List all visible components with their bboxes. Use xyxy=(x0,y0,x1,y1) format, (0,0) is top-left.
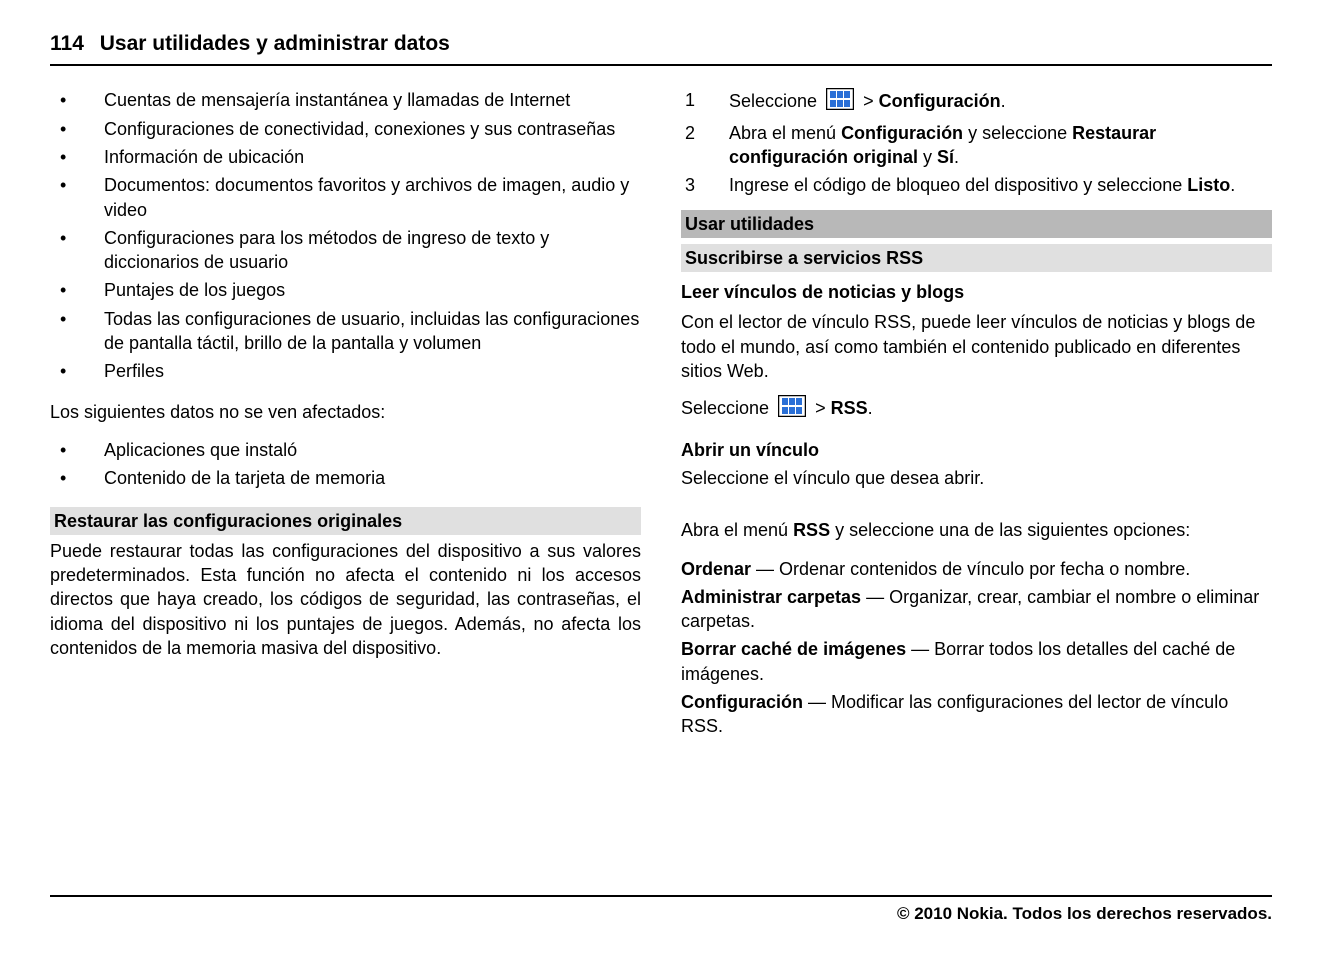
list-item-text: Todas las configuraciones de usuario, in… xyxy=(104,307,641,356)
list-item: •Contenido de la tarjeta de memoria xyxy=(50,466,641,490)
list-item-text: Configuraciones para los métodos de ingr… xyxy=(104,226,641,275)
apps-grid-icon xyxy=(826,88,854,116)
text-bold: Sí xyxy=(937,147,954,167)
sub-heading-open-link: Abrir un vínculo xyxy=(681,438,1272,462)
text-bold: Listo xyxy=(1187,175,1230,195)
bullet-icon: • xyxy=(50,278,104,302)
text-run: Ingrese el código de bloqueo del disposi… xyxy=(729,175,1187,195)
bullet-list-2: •Aplicaciones que instaló •Contenido de … xyxy=(50,438,641,491)
list-item: 2 Abra el menú Configuración y seleccion… xyxy=(681,121,1272,170)
bullet-list-1: •Cuentas de mensajería instantánea y lla… xyxy=(50,88,641,383)
step-number: 2 xyxy=(681,121,729,170)
section-heading-read-links: Leer vínculos de noticias y blogs xyxy=(681,278,1272,306)
text-run: y seleccione una de las siguientes opcio… xyxy=(830,520,1190,540)
list-item-text: Contenido de la tarjeta de memoria xyxy=(104,466,385,490)
bullet-icon: • xyxy=(50,117,104,141)
step-text: Abra el menú Configuración y seleccione … xyxy=(729,121,1272,170)
bullet-icon: • xyxy=(50,88,104,112)
text-run: y xyxy=(918,147,937,167)
step-text: Ingrese el código de bloqueo del disposi… xyxy=(729,173,1235,197)
footer: © 2010 Nokia. Todos los derechos reserva… xyxy=(50,895,1272,926)
list-item: •Configuraciones para los métodos de ing… xyxy=(50,226,641,275)
section-heading-rss: Suscribirse a servicios RSS xyxy=(681,244,1272,272)
list-item: •Perfiles xyxy=(50,359,641,383)
text-bold: Configuración xyxy=(879,91,1001,111)
text-run: > xyxy=(863,91,879,111)
list-item-text: Puntajes de los juegos xyxy=(104,278,285,302)
bullet-icon: • xyxy=(50,438,104,462)
list-item: •Documentos: documentos favoritos y arch… xyxy=(50,173,641,222)
text-run: Abra el menú xyxy=(681,520,793,540)
list-item: •Información de ubicación xyxy=(50,145,641,169)
option-title: Administrar carpetas xyxy=(681,587,861,607)
option-title: Ordenar xyxy=(681,559,751,579)
text-run: Abra el menú xyxy=(729,123,841,143)
list-item-text: Cuentas de mensajería instantánea y llam… xyxy=(104,88,570,112)
text-run: Seleccione xyxy=(681,398,774,418)
step-number: 1 xyxy=(681,88,729,116)
text-run: . xyxy=(868,398,873,418)
text-run: . xyxy=(1230,175,1235,195)
bullet-icon: • xyxy=(50,145,104,169)
text-run: . xyxy=(954,147,959,167)
page-number: 114 xyxy=(50,32,84,55)
text-run: . xyxy=(1001,91,1006,111)
bullet-icon: • xyxy=(50,466,104,490)
text-run: Seleccione xyxy=(729,91,822,111)
option-ordenar: Ordenar — Ordenar contenidos de vínculo … xyxy=(681,557,1272,581)
text-run: y seleccione xyxy=(963,123,1072,143)
section-heading-utilities: Usar utilidades xyxy=(681,210,1272,238)
step-number: 3 xyxy=(681,173,729,197)
list-item: •Aplicaciones que instaló xyxy=(50,438,641,462)
section-heading-restore: Restaurar las configuraciones originales xyxy=(50,507,641,535)
copyright: © 2010 Nokia. Todos los derechos reserva… xyxy=(50,895,1272,926)
paragraph: Puede restaurar todas las configuracione… xyxy=(50,539,641,660)
list-item-text: Documentos: documentos favoritos y archi… xyxy=(104,173,641,222)
text-run: > xyxy=(815,398,831,418)
list-item: •Todas las configuraciones de usuario, i… xyxy=(50,307,641,356)
bullet-icon: • xyxy=(50,307,104,356)
text-bold: RSS xyxy=(831,398,868,418)
apps-grid-icon xyxy=(778,395,806,423)
list-item: •Configuraciones de conectividad, conexi… xyxy=(50,117,641,141)
list-item-text: Configuraciones de conectividad, conexio… xyxy=(104,117,615,141)
paragraph: Abra el menú RSS y seleccione una de las… xyxy=(681,518,1272,542)
page: 114 Usar utilidades y administrar datos … xyxy=(0,0,1322,954)
numbered-list: 1 Seleccione > Configuración. 2 Abra el … xyxy=(681,88,1272,197)
list-item-text: Información de ubicación xyxy=(104,145,304,169)
bullet-icon: • xyxy=(50,173,104,222)
list-item-text: Aplicaciones que instaló xyxy=(104,438,297,462)
left-column: •Cuentas de mensajería instantánea y lla… xyxy=(50,88,641,742)
option-administrar: Administrar carpetas — Organizar, crear,… xyxy=(681,585,1272,634)
option-desc: — Ordenar contenidos de vínculo por fech… xyxy=(751,559,1190,579)
paragraph: Seleccione el vínculo que desea abrir. xyxy=(681,466,1272,490)
bullet-icon: • xyxy=(50,359,104,383)
option-title: Borrar caché de imágenes xyxy=(681,639,906,659)
option-title: Configuración xyxy=(681,692,803,712)
page-title: Usar utilidades y administrar datos xyxy=(100,32,450,55)
list-item-text: Perfiles xyxy=(104,359,164,383)
page-header: 114 Usar utilidades y administrar datos xyxy=(50,30,1272,66)
bullet-icon: • xyxy=(50,226,104,275)
list-item: 1 Seleccione > Configuración. xyxy=(681,88,1272,116)
list-item: •Puntajes de los juegos xyxy=(50,278,641,302)
step-text: Seleccione > Configuración. xyxy=(729,88,1006,116)
text-bold: RSS xyxy=(793,520,830,540)
content-columns: •Cuentas de mensajería instantánea y lla… xyxy=(50,88,1272,742)
paragraph: Seleccione > RSS. xyxy=(681,395,1272,423)
option-configuracion: Configuración — Modificar las configurac… xyxy=(681,690,1272,739)
text-bold: Configuración xyxy=(841,123,963,143)
list-item: 3 Ingrese el código de bloqueo del dispo… xyxy=(681,173,1272,197)
list-item: •Cuentas de mensajería instantánea y lla… xyxy=(50,88,641,112)
paragraph: Los siguientes datos no se ven afectados… xyxy=(50,400,641,424)
right-column: 1 Seleccione > Configuración. 2 Abra el … xyxy=(681,88,1272,742)
paragraph: Con el lector de vínculo RSS, puede leer… xyxy=(681,310,1272,383)
option-borrar-cache: Borrar caché de imágenes — Borrar todos … xyxy=(681,637,1272,686)
